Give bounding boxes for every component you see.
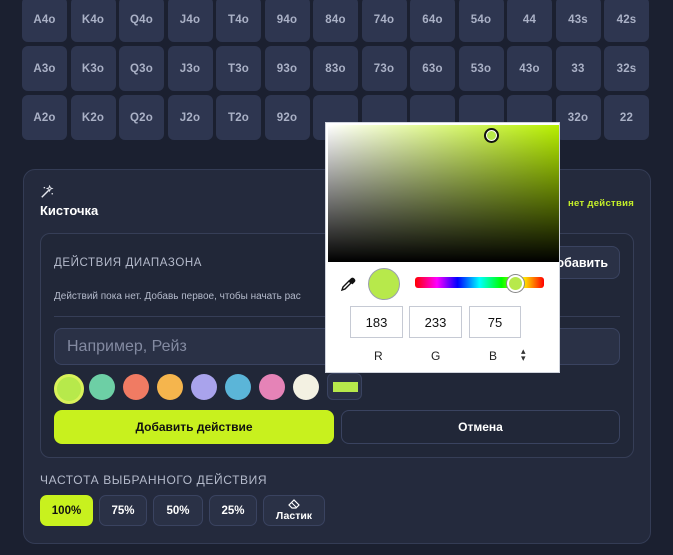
frequency-75-button[interactable]: 75% (99, 495, 147, 526)
empty-actions-text: Действий пока нет. Добавь первое, чтобы … (54, 291, 301, 302)
eraser-button[interactable]: Ластик (263, 495, 325, 526)
saturation-area[interactable] (328, 125, 559, 262)
custom-color-fill (333, 382, 358, 392)
color-swatch[interactable] (157, 374, 183, 400)
hand-cell[interactable]: A4o (22, 0, 67, 42)
frequency-title: ЧАСТОТА ВЫБРАННОГО ДЕЙСТВИЯ (40, 473, 268, 487)
color-swatch[interactable] (89, 374, 115, 400)
green-label: G (431, 349, 441, 363)
hand-cell[interactable]: J3o (167, 46, 213, 91)
hand-cell[interactable]: 83o (313, 46, 358, 91)
hand-cell[interactable]: 54o (458, 0, 504, 42)
hand-cell[interactable]: 32o (555, 95, 601, 140)
color-swatch[interactable] (123, 374, 149, 400)
hand-cell[interactable]: T3o (216, 46, 261, 91)
hand-cell[interactable]: J4o (167, 0, 213, 42)
hand-cell[interactable]: 64o (410, 0, 455, 42)
custom-color-button[interactable] (327, 373, 362, 400)
color-preview (368, 268, 400, 300)
brush-status: нет действия (568, 198, 635, 209)
eraser-icon (288, 499, 300, 509)
hand-cell[interactable]: 43o (507, 46, 552, 91)
hand-cell[interactable]: 93o (264, 46, 310, 91)
hand-cell[interactable]: 32s (604, 46, 649, 91)
hand-cell[interactable]: 43s (555, 0, 601, 42)
add-action-submit-button[interactable]: Добавить действие (54, 410, 334, 444)
range-actions-title: ДЕЙСТВИЯ ДИАПАЗОНА (54, 257, 203, 269)
color-swatch[interactable] (54, 374, 84, 404)
color-swatch[interactable] (191, 374, 217, 400)
hue-handle[interactable] (507, 275, 524, 292)
hand-cell[interactable]: Q2o (119, 95, 164, 140)
eraser-label: Ластик (275, 510, 313, 522)
hand-cell[interactable]: 84o (313, 0, 358, 42)
red-label: R (374, 349, 383, 363)
hand-cell[interactable]: T2o (216, 95, 261, 140)
hand-cell[interactable]: K3o (70, 46, 116, 91)
hand-cell[interactable]: 42s (604, 0, 649, 42)
hand-cell[interactable]: T4o (216, 0, 261, 42)
color-swatch[interactable] (293, 374, 319, 400)
frequency-50-button[interactable]: 50% (153, 495, 203, 526)
hand-cell[interactable]: 63o (410, 46, 455, 91)
brush-title: Кисточка (40, 203, 99, 218)
eyedropper-icon[interactable] (340, 276, 356, 292)
hand-cell[interactable]: 73o (361, 46, 407, 91)
hand-cell[interactable]: 92o (264, 95, 310, 140)
hand-cell[interactable]: A2o (22, 95, 67, 140)
hand-cell[interactable]: K2o (70, 95, 116, 140)
hand-cell[interactable]: Q3o (119, 46, 164, 91)
cancel-button[interactable]: Отмена (341, 410, 620, 444)
color-swatch[interactable] (225, 374, 251, 400)
hand-cell[interactable]: K4o (70, 0, 116, 42)
hue-slider[interactable] (415, 277, 544, 288)
blue-input[interactable]: 75 (469, 306, 521, 338)
green-input[interactable]: 233 (409, 306, 462, 338)
frequency-25-button[interactable]: 25% (209, 495, 257, 526)
hand-cell[interactable]: A3o (22, 46, 67, 91)
hand-cell[interactable]: 53o (458, 46, 504, 91)
hand-cell[interactable]: 33 (555, 46, 601, 91)
hand-cell[interactable]: 44 (507, 0, 552, 42)
hand-grid: A4o K4o Q4o J4o T4o 94o 84o 74o 64o 54o 44 43s 42s A3… (22, 0, 649, 140)
blue-label: B (489, 349, 498, 363)
red-input[interactable]: 183 (350, 306, 403, 338)
hand-cell[interactable]: 22 (604, 95, 649, 140)
mode-toggle-icon[interactable]: ▴ ▾ (521, 347, 526, 363)
hand-cell[interactable]: Q4o (119, 0, 164, 42)
saturation-handle[interactable] (484, 128, 499, 143)
frequency-100-button[interactable]: 100% (40, 495, 93, 526)
hand-cell[interactable]: 94o (264, 0, 310, 42)
color-swatch[interactable] (259, 374, 285, 400)
magic-wand-icon (41, 185, 54, 198)
hand-cell[interactable]: J2o (167, 95, 213, 140)
hand-cell[interactable]: 74o (361, 0, 407, 42)
